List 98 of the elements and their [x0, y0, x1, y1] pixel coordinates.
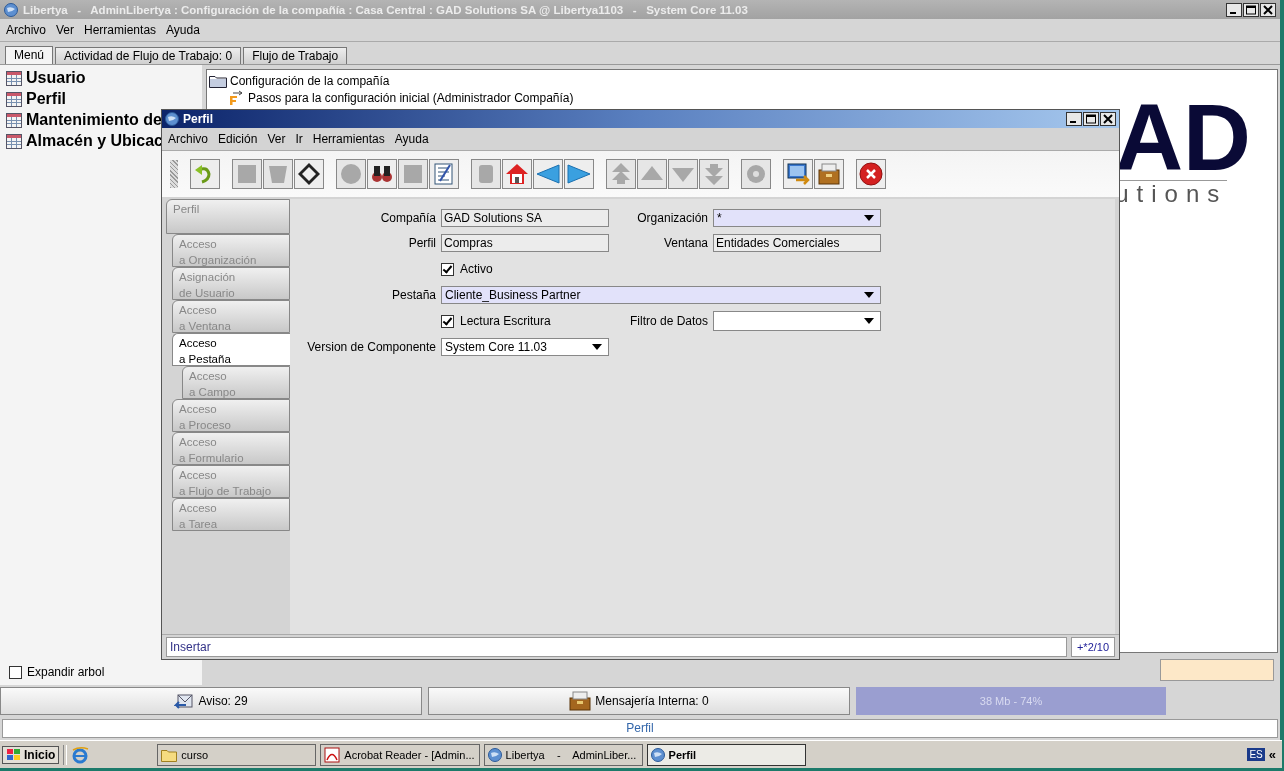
app-icon — [165, 112, 179, 126]
menu-shortcut[interactable]: Perfil — [26, 90, 66, 108]
minimize-icon[interactable] — [1066, 112, 1082, 126]
dropdown-arrow-icon — [864, 215, 874, 221]
right-arrow-icon — [567, 162, 591, 186]
blank-icon — [235, 162, 259, 186]
monitor-icon — [786, 162, 810, 186]
close-icon — [859, 162, 883, 186]
record-indicator[interactable]: +*2/10 — [1071, 637, 1115, 657]
checkbox-label: Expandir arbol — [27, 665, 105, 679]
field-label: Compañía — [379, 211, 436, 225]
table-icon — [6, 133, 22, 149]
minimize-icon[interactable] — [1226, 2, 1242, 17]
field-label: Perfil — [407, 236, 436, 250]
house-icon — [505, 162, 529, 186]
close-icon[interactable] — [1260, 2, 1276, 17]
toolbar-button[interactable] — [294, 159, 324, 189]
dropdown[interactable]: Cliente_Business Partner — [441, 286, 881, 304]
folder-icon — [161, 747, 178, 762]
maximize-icon[interactable] — [1243, 2, 1259, 17]
document-icon — [324, 746, 341, 763]
checkbox[interactable] — [9, 665, 22, 679]
side-tab[interactable]: Acceso a Pestaña — [172, 333, 290, 366]
mailbox-icon — [569, 691, 592, 711]
tree-item[interactable]: Configuración de la compañía — [230, 73, 390, 88]
taskbar-item[interactable]: Acrobat Reader - [Admin... — [320, 743, 480, 766]
field-label: Pestaña — [390, 288, 436, 302]
menu-item[interactable]: Ayuda — [162, 23, 204, 37]
globe-icon — [487, 747, 502, 762]
memory-bar: 38 Mb - 74% — [856, 687, 1166, 715]
briefcase-icon — [817, 162, 841, 186]
taskbar-item[interactable]: curso — [157, 743, 317, 766]
menu-item[interactable]: Edición — [214, 132, 262, 146]
checkbox-label: Activo — [460, 262, 493, 276]
logo-text: AD — [1115, 98, 1251, 178]
circle-icon — [339, 162, 363, 186]
toolbar-button[interactable] — [783, 159, 813, 189]
tab[interactable]: Flujo de Trabajo — [243, 47, 348, 64]
menu-item[interactable]: Ir — [291, 132, 307, 146]
field-label: Ventana — [662, 236, 708, 250]
taskbar-item[interactable]: Perfil — [646, 743, 806, 766]
close-icon[interactable] — [1100, 112, 1116, 126]
left-arrow-icon — [536, 162, 560, 186]
dropdown-arrow-icon — [864, 318, 874, 324]
tab[interactable]: Menú — [5, 46, 54, 64]
toolbar-button[interactable] — [429, 159, 459, 189]
status-text: Perfil — [2, 719, 1278, 738]
toolbar-grip[interactable] — [170, 160, 178, 188]
collapse-button[interactable]: « — [1268, 747, 1276, 762]
field-label: Filtro de Datos — [628, 314, 708, 328]
table-icon — [6, 91, 22, 107]
start-button[interactable]: Inicio — [2, 745, 60, 764]
menu-item[interactable]: Ver — [263, 132, 290, 146]
dropdown[interactable]: System Core 11.03 — [441, 338, 609, 356]
menu-shortcut[interactable]: Usuario — [26, 69, 86, 87]
checkbox-label: Lectura Escritura — [460, 314, 551, 328]
globe-icon — [650, 747, 665, 762]
blank-icon — [401, 162, 425, 186]
dropdown-arrow-icon — [592, 344, 602, 350]
window-title: Perfil — [183, 112, 214, 126]
taskbar-item[interactable]: Libertya - AdminLiber... — [483, 743, 643, 766]
workflow-icon — [227, 90, 245, 105]
menu-item[interactable]: Ayuda — [390, 132, 433, 146]
toolbar-button[interactable] — [367, 159, 397, 189]
status-button[interactable]: Mensajería Interna: 0 — [428, 687, 850, 715]
menu-item[interactable]: Archivo — [164, 132, 212, 146]
menu-item[interactable]: Herramientas — [80, 23, 161, 37]
status-button[interactable]: Aviso: 29 — [0, 687, 422, 715]
tab[interactable]: Actividad de Flujo de Trabajo: 0 — [55, 47, 242, 64]
toolbar-button[interactable] — [502, 159, 532, 189]
folder-icon — [209, 73, 227, 88]
table-icon — [6, 70, 22, 86]
dropdown-arrow-icon — [864, 292, 874, 298]
field-label: Version de Componente — [306, 340, 436, 354]
form-icon — [432, 162, 456, 186]
dropdown[interactable] — [713, 311, 881, 331]
menu-shortcut[interactable]: Almacén y Ubicac — [26, 132, 163, 150]
table-icon — [6, 112, 22, 128]
maximize-icon[interactable] — [1083, 112, 1099, 126]
browser-icon[interactable] — [71, 745, 90, 764]
tree-item[interactable]: Pasos para la configuración inicial (Administrador Compañía) — [248, 90, 574, 105]
menu-item[interactable]: Archivo — [2, 23, 50, 37]
checkbox[interactable] — [441, 262, 454, 276]
windows-flag-icon — [6, 747, 22, 762]
text-field[interactable]: Entidades Comerciales — [713, 234, 881, 252]
checkbox[interactable] — [441, 314, 454, 328]
window-title: Libertya - AdminLibertya : Configuración de la compañía : Casa Central : GAD Solutions SA @ Libertya1103 - System Core 11.03 — [23, 3, 749, 16]
menu-item[interactable]: Herramientas — [308, 132, 389, 146]
text-field[interactable]: GAD Solutions SA — [441, 209, 609, 227]
text-field[interactable]: Compras — [441, 234, 609, 252]
field-label: Organización — [636, 211, 708, 225]
menu-item[interactable]: Ver — [52, 23, 79, 37]
app-icon — [4, 2, 18, 17]
toolbar-button[interactable] — [856, 159, 886, 189]
status-message: Insertar — [166, 637, 1067, 657]
menu-shortcut[interactable]: Mantenimiento de — [26, 111, 162, 129]
language-indicator[interactable]: ES — [1247, 748, 1265, 761]
dropdown[interactable]: * — [713, 209, 881, 227]
